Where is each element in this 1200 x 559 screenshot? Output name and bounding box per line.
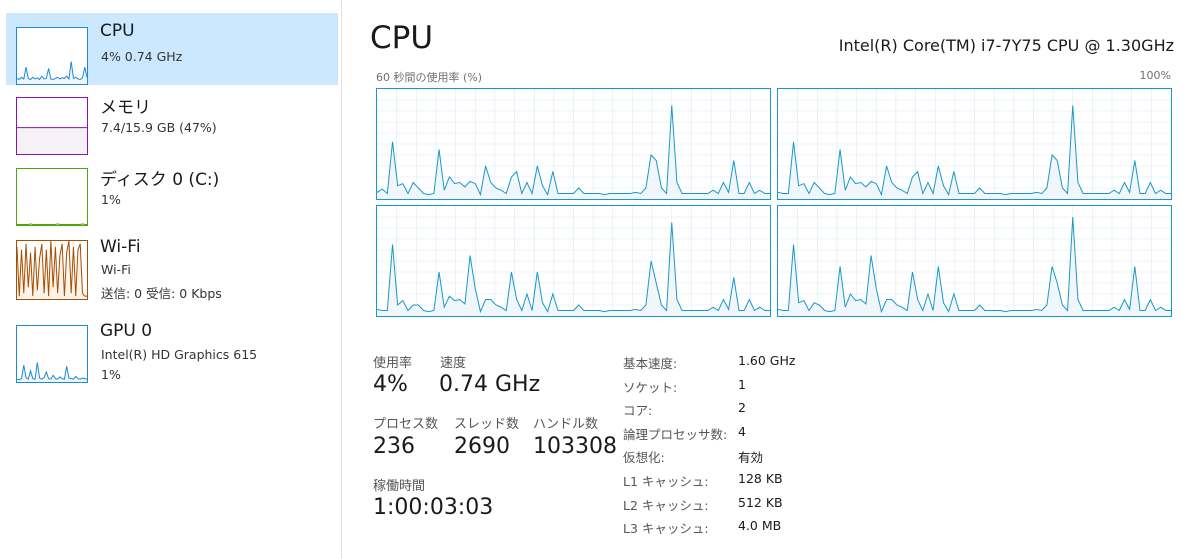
sidebar-item-wifi-adapter: Wi-Fi	[101, 262, 131, 277]
spec-label-base-speed: 基本速度:	[623, 356, 678, 371]
uptime-value: 1:00:03:03	[373, 495, 494, 520]
sidebar-item-wifi-label: Wi-Fi	[100, 237, 141, 257]
cpu-detail-panel: CPU Intel(R) Core(TM) i7-7Y75 CPU @ 1.30…	[343, 0, 1200, 559]
thread-count-label: スレッド数	[454, 417, 520, 432]
usage-value: 4%	[373, 372, 408, 397]
core-graph-1-svg	[778, 89, 1171, 199]
thumbnail-line	[17, 224, 87, 225]
sidebar-item-gpu-label: GPU 0	[100, 321, 153, 341]
core-graph-1	[777, 88, 1172, 200]
sidebar-item-disk-label: ディスク 0 (C:)	[100, 170, 220, 190]
thread-count-value: 2690	[454, 434, 510, 459]
sidebar-item-memory[interactable]: メモリ 7.4/15.9 GB (47%)	[6, 85, 338, 157]
spec-label-l2-cache: L2 キャッシュ:	[623, 498, 709, 513]
core-graph-3	[777, 205, 1172, 317]
sidebar-item-cpu-label: CPU	[100, 21, 135, 41]
sidebar-item-memory-detail: 7.4/15.9 GB (47%)	[101, 120, 217, 135]
page-title: CPU	[370, 20, 434, 56]
core-graph-3-svg	[778, 206, 1171, 316]
cpu-thumbnail-graph	[16, 27, 88, 85]
process-count-label: プロセス数	[373, 417, 439, 432]
wifi-thumbnail-graph	[16, 240, 88, 300]
uptime-label: 稼働時間	[373, 479, 426, 494]
thumbnail-line	[17, 362, 87, 379]
thumbnail-line	[17, 62, 87, 80]
spec-label-l1-cache: L1 キャッシュ:	[623, 474, 709, 489]
spec-label-logical-processors: 論理プロセッサ数:	[623, 427, 728, 442]
spec-label-virtualization: 仮想化:	[623, 450, 665, 465]
sidebar-item-gpu-adapter: Intel(R) HD Graphics 615	[101, 347, 258, 362]
sidebar-item-cpu-detail: 4% 0.74 GHz	[101, 49, 183, 64]
sidebar-item-disk-detail: 1%	[101, 192, 121, 207]
spec-value-cores: 2	[738, 400, 746, 415]
process-count-value: 236	[373, 434, 415, 459]
graph-caption: 60 秒間の使用率 (%)	[376, 71, 483, 84]
memory-thumbnail-graph	[16, 97, 88, 155]
disk-thumbnail-svg	[17, 169, 87, 225]
gpu-thumbnail-graph	[16, 325, 88, 383]
sidebar-item-disk[interactable]: ディスク 0 (C:) 1%	[6, 157, 338, 229]
cpu-thumbnail-svg	[17, 28, 87, 84]
spec-value-base-speed: 1.60 GHz	[738, 353, 796, 368]
sidebar-item-wifi[interactable]: Wi-Fi Wi-Fi 送信: 0 受信: 0 Kbps	[6, 229, 338, 313]
sidebar-item-wifi-throughput: 送信: 0 受信: 0 Kbps	[101, 286, 222, 301]
speed-value: 0.74 GHz	[439, 372, 541, 397]
spec-label-cores: コア:	[623, 403, 653, 418]
usage-label: 使用率	[373, 356, 413, 371]
gpu-thumbnail-svg	[17, 326, 87, 382]
spec-label-sockets: ソケット:	[623, 380, 678, 395]
spec-value-l3-cache: 4.0 MB	[738, 518, 782, 533]
thumbnail-area	[17, 127, 87, 154]
sidebar-item-gpu-detail: 1%	[101, 367, 121, 382]
spec-value-logical-processors: 4	[738, 424, 746, 439]
graph-max-label: 100%	[1139, 69, 1171, 82]
spec-value-l1-cache: 128 KB	[738, 471, 783, 486]
sidebar: CPU 4% 0.74 GHz メモリ 7.4/15.9 GB (47%) ディ…	[0, 0, 342, 559]
spec-value-l2-cache: 512 KB	[738, 495, 783, 510]
spec-label-l3-cache: L3 キャッシュ:	[623, 521, 709, 536]
spec-value-sockets: 1	[738, 377, 746, 392]
core-graph-0	[376, 88, 771, 200]
spec-value-virtualization: 有効	[738, 450, 764, 465]
disk-thumbnail-graph	[16, 168, 88, 226]
core-graph-0-svg	[377, 89, 770, 199]
cpu-model-name: Intel(R) Core(TM) i7-7Y75 CPU @ 1.30GHz	[838, 36, 1174, 55]
core-graph-2	[376, 205, 771, 317]
speed-label: 速度	[440, 356, 467, 371]
sidebar-item-gpu[interactable]: GPU 0 Intel(R) HD Graphics 615 1%	[6, 313, 338, 385]
handle-count-value: 103308	[533, 434, 617, 459]
sidebar-item-memory-label: メモリ	[100, 98, 151, 118]
sidebar-item-cpu[interactable]: CPU 4% 0.74 GHz	[6, 13, 338, 85]
memory-thumbnail-svg	[17, 98, 87, 154]
core-graph-2-svg	[377, 206, 770, 316]
wifi-thumbnail-svg	[17, 241, 87, 299]
handle-count-label: ハンドル数	[533, 417, 599, 432]
